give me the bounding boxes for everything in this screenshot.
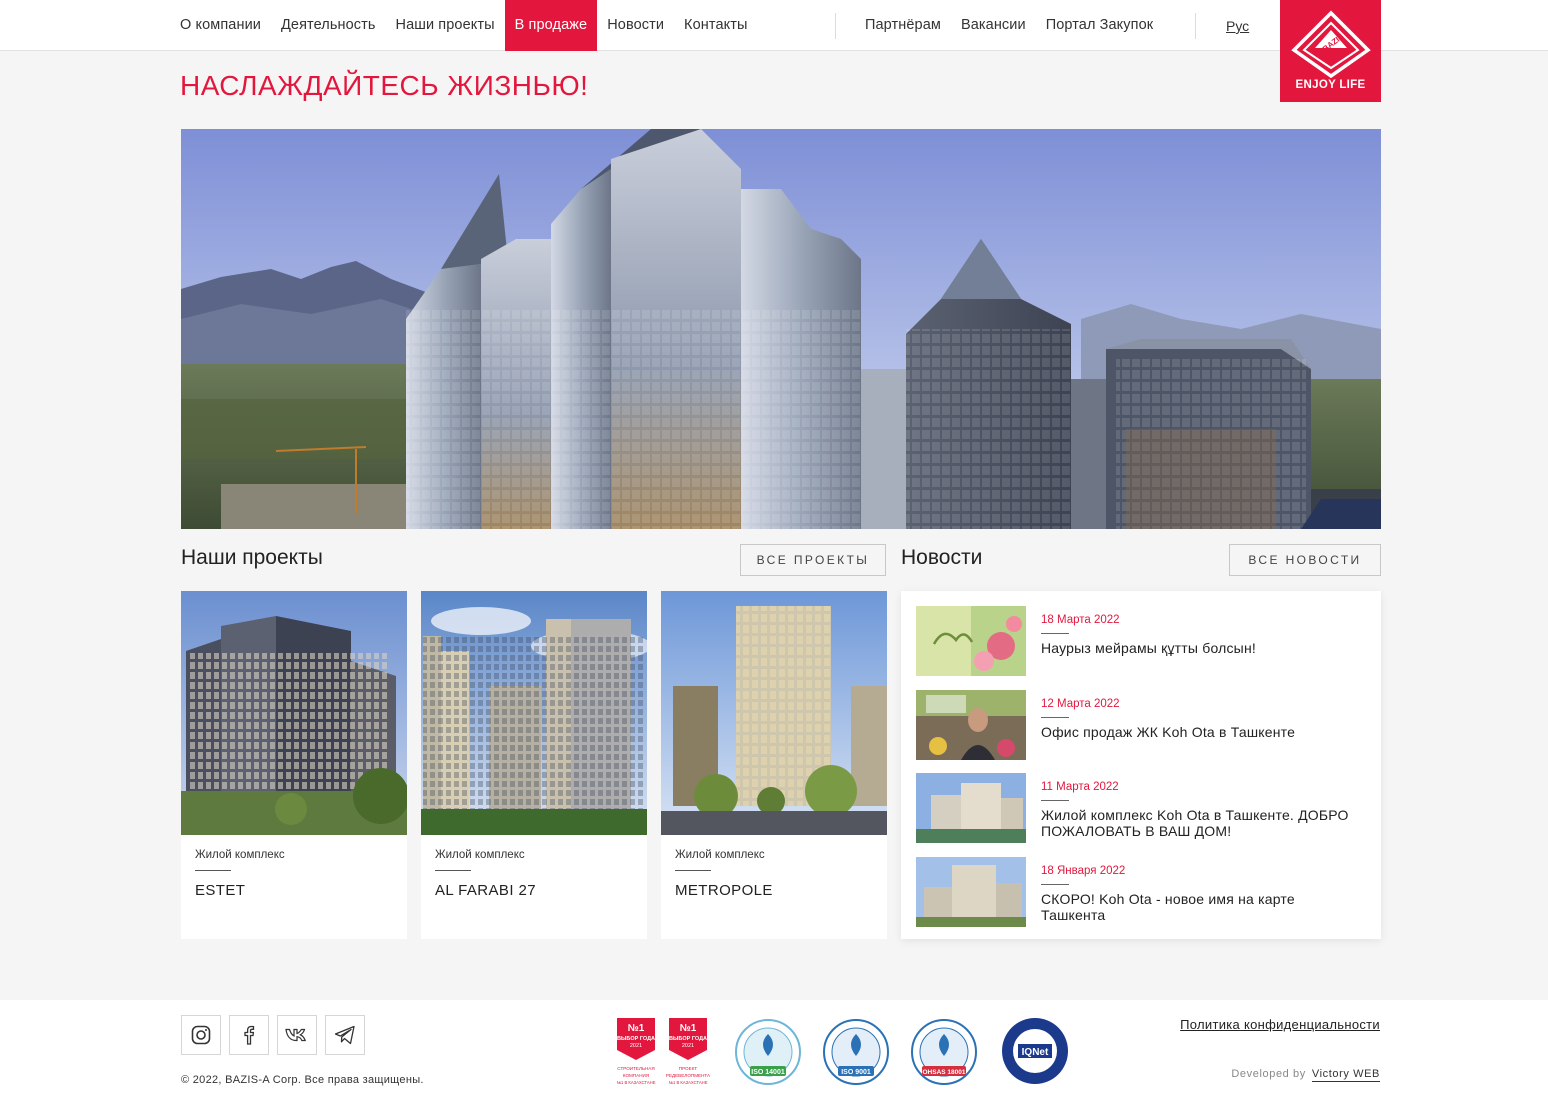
bazis-logo-icon: BAZIS [1290,10,1371,78]
iso-9001-badge: ISO 9001 [822,1018,890,1091]
svg-text:2021: 2021 [630,1043,642,1049]
news-thumbnail [916,857,1026,927]
developer-credit: Developed by Victory WEB [1231,1068,1380,1082]
news-item[interactable]: 18 Марта 2022 Наурыз мейрамы құтты болсы… [916,606,1366,676]
all-projects-button[interactable]: ВСЕ ПРОЕКТЫ [740,544,886,576]
divider [435,870,471,871]
divider [675,870,711,871]
facebook-icon[interactable] [229,1015,269,1055]
main-nav: О компании Деятельность Наши проекты В п… [170,0,757,51]
svg-text:ПРОЕКТ: ПРОЕКТ [679,1066,698,1071]
project-type: Жилой комплекс [675,849,765,861]
project-image [661,591,887,835]
nav-vacancies[interactable]: Вакансии [951,0,1036,51]
news-item[interactable]: 18 Января 2022 СКОРО! Koh Ota - новое им… [916,857,1366,927]
projects-section-title: Наши проекты [181,546,323,569]
svg-text:№1 В КАЗАХСТАНЕ: №1 В КАЗАХСТАНЕ [616,1080,655,1085]
svg-text:№1 В КАЗАХСТАНЕ: №1 В КАЗАХСТАНЕ [668,1080,707,1085]
site-footer: © 2022, BAZIS-A Corp. Все права защищены… [0,1000,1548,1102]
nav-news[interactable]: Новости [597,0,674,51]
news-title: Наурыз мейрамы құтты болсын! [1041,640,1256,656]
news-date: 18 Января 2022 [1041,865,1126,877]
project-name: AL FARABI 27 [435,882,536,899]
iso-14001-badge: ISO 14001 [734,1018,802,1091]
svg-text:СТРОИТЕЛЬНАЯ: СТРОИТЕЛЬНАЯ [617,1066,654,1071]
developer-link[interactable]: Victory WEB [1311,1068,1380,1082]
divider [1041,633,1069,634]
svg-text:2021: 2021 [682,1043,694,1049]
iqnet-badge: IQNet [1000,1016,1070,1091]
nav-projects[interactable]: Наши проекты [386,0,505,51]
award-badge: №1 ВЫБОР ГОДА 2021 СТРОИТЕЛЬНАЯ КОМПАНИЯ… [611,1016,661,1099]
svg-text:ВЫБОР ГОДА: ВЫБОР ГОДА [669,1036,707,1042]
company-logo[interactable]: BAZIS ENJOY LIFE [1280,0,1381,102]
nav-divider [835,13,836,39]
news-date: 11 Марта 2022 [1041,781,1119,793]
project-type: Жилой комплекс [435,849,525,861]
divider [1041,884,1069,885]
project-name: ESTET [195,882,246,899]
project-card-al-farabi-27[interactable]: Жилой комплекс AL FARABI 27 [421,591,647,939]
privacy-policy-link[interactable]: Политика конфиденциальности [1180,1017,1380,1032]
news-date: 12 Марта 2022 [1041,698,1120,710]
news-thumbnail [916,690,1026,760]
ohsas-18001-badge: OHSAS 18001 [910,1018,978,1091]
svg-text:ISO 14001: ISO 14001 [751,1069,785,1076]
news-thumbnail [916,606,1026,676]
news-date: 18 Марта 2022 [1041,614,1120,626]
language-switcher[interactable]: Рус [1226,0,1249,51]
svg-text:РЕДЕВЕЛОПМЕНТА: РЕДЕВЕЛОПМЕНТА [666,1073,711,1078]
svg-text:№1: №1 [680,1023,697,1034]
hero-image [181,129,1381,529]
divider [1041,800,1069,801]
telegram-icon[interactable] [325,1015,365,1055]
news-thumbnail [916,773,1026,843]
svg-text:ISO 9001: ISO 9001 [841,1069,871,1076]
svg-text:OHSAS 18001: OHSAS 18001 [923,1069,966,1076]
nav-divider [1195,13,1196,39]
developed-by-label: Developed by [1231,1068,1306,1080]
svg-text:КОМПАНИЯ: КОМПАНИЯ [623,1073,649,1078]
project-image [421,591,647,835]
instagram-icon[interactable] [181,1015,221,1055]
page-headline: НАСЛАЖДАЙТЕСЬ ЖИЗНЬЮ! [180,70,589,101]
project-card-estet[interactable]: Жилой комплекс ESTET [181,591,407,939]
nav-activity[interactable]: Деятельность [271,0,386,51]
news-title: Жилой комплекс Koh Ota в Ташкенте. ДОБРО… [1041,807,1349,839]
nav-contacts[interactable]: Контакты [674,0,757,51]
svg-text:ВЫБОР ГОДА: ВЫБОР ГОДА [617,1036,655,1042]
award-badge: №1 ВЫБОР ГОДА 2021 ПРОЕКТ РЕДЕВЕЛОПМЕНТА… [663,1016,713,1099]
news-section-title: Новости [901,546,983,569]
nav-for-sale[interactable]: В продаже [504,0,598,51]
project-card-metropole[interactable]: Жилой комплекс METROPOLE [661,591,887,939]
vk-icon[interactable] [277,1015,317,1055]
all-news-button[interactable]: ВСЕ НОВОСТИ [1229,544,1381,576]
copyright-text: © 2022, BAZIS-A Corp. Все права защищены… [181,1074,424,1086]
project-type: Жилой комплекс [195,849,285,861]
project-name: METROPOLE [675,882,773,899]
news-item[interactable]: 12 Марта 2022 Офис продаж ЖК Koh Ota в Т… [916,690,1366,760]
svg-text:IQNet: IQNet [1022,1047,1049,1058]
svg-text:№1: №1 [628,1023,645,1034]
project-image [181,591,407,835]
nav-procurement-portal[interactable]: Портал Закупок [1036,0,1164,51]
news-title: Офис продаж ЖК Koh Ota в Ташкенте [1041,724,1296,740]
secondary-nav: Партнёрам Вакансии Портал Закупок [855,0,1163,51]
news-title: СКОРО! Koh Ota - новое имя на карте Ташк… [1041,891,1295,923]
divider [195,870,231,871]
news-item[interactable]: 11 Марта 2022 Жилой комплекс Koh Ota в Т… [916,773,1366,843]
nav-about[interactable]: О компании [170,0,271,51]
news-panel: 18 Марта 2022 Наурыз мейрамы құтты болсы… [901,591,1381,939]
logo-tagline: ENJOY LIFE [1295,79,1366,91]
nav-partners[interactable]: Партнёрам [855,0,951,51]
divider [1041,717,1069,718]
